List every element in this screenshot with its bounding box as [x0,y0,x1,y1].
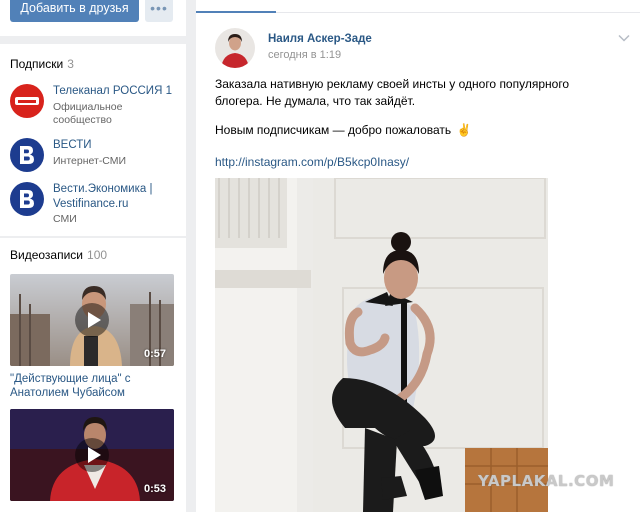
victory-hand-emoji: ✌ [456,123,472,137]
subscription-name[interactable]: Вести.Экономика | Vestifinance.ru [53,182,178,212]
site-watermark: YAPLAKAL.COM [478,472,615,490]
subscriptions-header[interactable]: Подписки 3 [10,57,74,71]
russia1-logo-icon[interactable] [10,84,44,118]
post-photo-image [215,178,548,512]
video-thumbnail[interactable]: 0:53 [10,409,174,501]
subscription-desc: СМИ [53,213,77,225]
videos-card: Видеозаписи 100 0:57 "Действующие лица" … [0,238,186,512]
video-duration: 0:57 [143,348,166,360]
profile-actions-card: Добавить в друзья ••• [0,0,186,36]
video-thumbnail[interactable]: 0:57 [10,274,174,366]
post-greeting: Новым подписчикам — добро пожаловать [215,123,452,137]
chevron-down-icon[interactable] [618,34,630,42]
videos-title: Видеозаписи [10,248,84,262]
active-tab-indicator [196,11,276,13]
subscription-item[interactable]: Телеканал РОССИЯ 1 Официальное сообществ… [10,84,180,126]
vesti-logo-icon[interactable] [10,138,44,172]
subscriptions-card: Подписки 3 Телеканал РОССИЯ 1 Официальное… [0,44,186,236]
play-icon[interactable] [75,438,109,472]
subscription-name[interactable]: ВЕСТИ [53,138,178,153]
subscriptions-count: 3 [67,57,74,71]
videos-header[interactable]: Видеозаписи 100 [10,248,107,262]
subscription-item[interactable]: ВЕСТИ Интернет-СМИ [10,138,180,180]
add-friend-button[interactable]: Добавить в друзья [10,0,139,22]
post-date[interactable]: сегодня в 1:19 [268,49,341,61]
play-icon[interactable] [75,303,109,337]
subscription-item[interactable]: Вести.Экономика | Vestifinance.ru СМИ [10,182,180,232]
more-actions-button[interactable]: ••• [145,0,173,22]
subscription-desc: Официальное сообщество [53,101,123,126]
left-column: Добавить в друзья ••• Подписки 3 Телекана… [0,0,186,512]
post-link[interactable]: http://instagram.com/p/B5kcp0Inasy/ [215,155,409,169]
post-text-paragraph: Заказала нативную рекламу своей инсты у … [215,77,570,108]
subscription-desc: Интернет-СМИ [53,155,127,167]
post-author-name[interactable]: Наиля Аскер-Заде [268,33,372,45]
post-author-avatar[interactable] [215,28,255,68]
post-photo[interactable] [215,178,548,512]
video-title[interactable]: "Действующие лица" с Анатолием Чубайсом [10,372,174,400]
vesti-economics-logo-icon[interactable] [10,182,44,216]
post-text-paragraph: Новым подписчикам — добро пожаловать ✌ [215,122,615,139]
wall-post-card: Наиля Аскер-Заде сегодня в 1:19 Заказала… [196,0,640,512]
video-duration: 0:53 [143,483,166,495]
subscriptions-title: Подписки [10,57,64,71]
subscription-name[interactable]: Телеканал РОССИЯ 1 [53,84,178,99]
videos-count: 100 [87,248,108,262]
